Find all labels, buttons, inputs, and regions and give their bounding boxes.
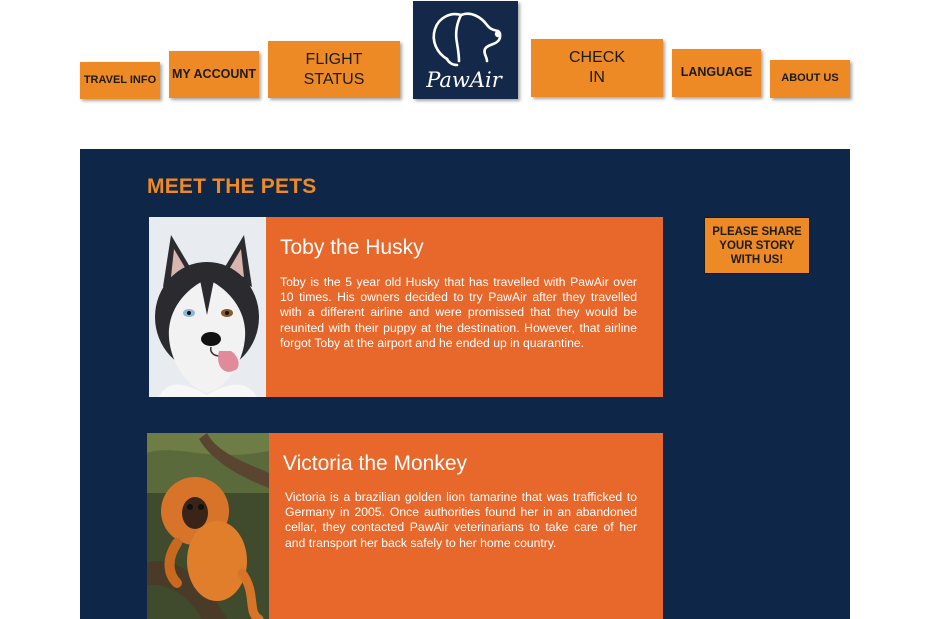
share-line-2: YOUR STORY <box>719 239 795 252</box>
nav-travel-info-label: TRAVEL INFO <box>83 73 157 86</box>
nav-check-in-line1: CHECK <box>568 49 625 66</box>
share-story-label: PLEASE SHARE YOUR STORY WITH US! <box>712 225 801 267</box>
nav-language[interactable]: LANGUAGE <box>672 49 761 97</box>
tamarin-photo <box>147 433 269 619</box>
husky-photo <box>149 217 266 397</box>
pet-card-toby: Toby the Husky Toby is the 5 year old Hu… <box>149 217 663 397</box>
nav-check-in-label: CHECK IN <box>569 48 625 88</box>
pet-name-toby: Toby the Husky <box>280 236 424 259</box>
pet-description-victoria: Victoria is a brazilian golden lion tama… <box>285 490 637 550</box>
nav-language-label: LANGUAGE <box>680 65 753 80</box>
nav-check-in-line2: IN <box>588 69 605 86</box>
share-line-1: PLEASE SHARE <box>712 225 802 238</box>
pet-card-victoria: Victoria the Monkey Victoria is a brazil… <box>147 433 663 619</box>
nav-about-us[interactable]: ABOUT US <box>770 60 850 98</box>
pet-name-victoria: Victoria the Monkey <box>283 452 468 475</box>
logo-wordmark: PawAir <box>425 68 504 92</box>
share-story-button[interactable]: PLEASE SHARE YOUR STORY WITH US! <box>704 217 810 274</box>
nav-flight-status-line2: STATUS <box>303 70 365 88</box>
section-title: MEET THE PETS <box>147 175 317 198</box>
nav-my-account[interactable]: MY ACCOUNT <box>169 51 259 98</box>
nav-travel-info[interactable]: TRAVEL INFO <box>80 62 160 99</box>
nav-flight-status-label: FLIGHT STATUS <box>304 50 365 90</box>
pet-description-toby: Toby is the 5 year old Husky that has tr… <box>280 275 637 350</box>
share-line-3: WITH US! <box>730 253 784 266</box>
pawair-logo[interactable]: PawAir <box>413 1 518 99</box>
dog-head-icon: PawAir <box>425 12 504 92</box>
dog-nose-icon <box>494 30 502 38</box>
nav-my-account-label: MY ACCOUNT <box>171 66 257 81</box>
nav-flight-status-line1: FLIGHT <box>305 50 363 68</box>
nav-about-us-label: ABOUT US <box>781 72 839 85</box>
nav-flight-status[interactable]: FLIGHT STATUS <box>268 41 400 98</box>
meet-the-pets-panel: MEET THE PETS Toby the Husky Toby is the… <box>80 149 850 619</box>
nav-check-in[interactable]: CHECK IN <box>531 39 663 97</box>
